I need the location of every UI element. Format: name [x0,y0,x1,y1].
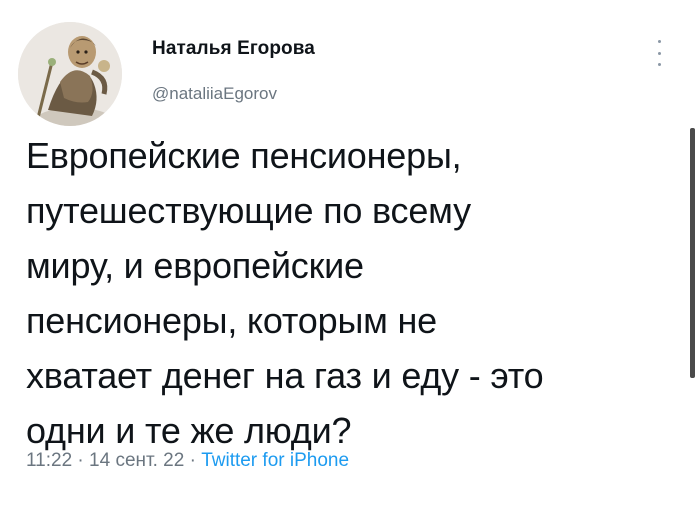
user-handle[interactable]: @nataliiaEgorov [152,84,277,104]
avatar[interactable] [18,22,122,126]
tweet-date[interactable]: 14 сент. 22 [89,450,184,471]
more-vertical-icon[interactable] [654,40,664,66]
meta-separator: · [72,450,90,471]
tweet-source-link[interactable]: Twitter for iPhone [201,450,349,471]
tweet-text: Европейские пенсионеры, путешествующие п… [26,135,544,451]
meta-separator: · [184,450,202,471]
more-dot [657,40,661,43]
more-dot [657,63,661,66]
tweet-time[interactable]: 11:22 [26,450,72,471]
tweet-meta: 11:22 · 14 сент. 22 · Twitter for iPhone [26,450,349,472]
more-dot [657,51,661,55]
scrollbar[interactable] [690,128,695,378]
avatar-illustration [18,22,122,126]
tweet-card: Наталья Егорова @nataliiaEgorov Европейс… [0,0,700,524]
display-name[interactable]: Наталья Егорова [152,38,315,60]
